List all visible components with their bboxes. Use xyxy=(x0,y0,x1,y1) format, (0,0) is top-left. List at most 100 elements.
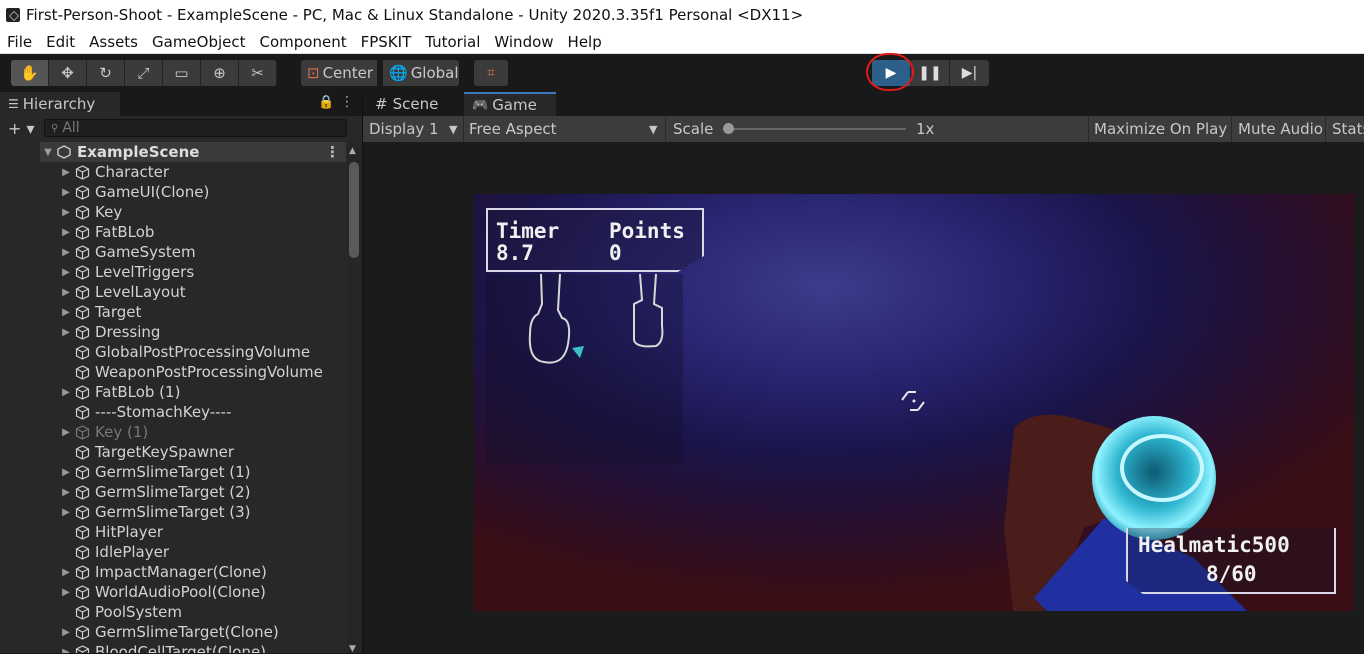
scale-slider-track[interactable] xyxy=(726,128,906,130)
expand-arrow-icon[interactable]: ▶ xyxy=(58,287,74,298)
menu-file[interactable]: File xyxy=(0,33,39,51)
hierarchy-item[interactable]: IdlePlayer xyxy=(40,542,346,562)
menu-tutorial[interactable]: Tutorial xyxy=(418,33,487,51)
expand-arrow-icon[interactable]: ▶ xyxy=(58,227,74,238)
hierarchy-item[interactable]: ▶ GermSlimeTarget(Clone) xyxy=(40,622,346,642)
expand-arrow-icon[interactable]: ▶ xyxy=(58,247,74,258)
hierarchy-item[interactable]: HitPlayer xyxy=(40,522,346,542)
hierarchy-item[interactable]: ▶ GameUI(Clone) xyxy=(40,182,346,202)
aspect-dropdown[interactable]: Free Aspect ▼ xyxy=(469,116,663,142)
hierarchy-item[interactable]: PoolSystem xyxy=(40,602,346,622)
hand-tool-button[interactable]: ✋ xyxy=(11,60,49,86)
step-button[interactable]: ▶| xyxy=(950,60,989,86)
more-options-icon[interactable]: ⋮ xyxy=(340,94,354,110)
menu-fpskit[interactable]: FPSKIT xyxy=(354,33,419,51)
pivot-label: Center xyxy=(322,64,374,82)
unity-logo-icon xyxy=(6,8,20,22)
menu-assets[interactable]: Assets xyxy=(82,33,145,51)
hierarchy-item-label: WeaponPostProcessingVolume xyxy=(95,363,323,381)
display-dropdown[interactable]: Display 1 ▼ xyxy=(369,116,461,142)
hierarchy-item[interactable]: ▶ LevelTriggers xyxy=(40,262,346,282)
game-viewport[interactable]: Timer 8.7 Points 0 Healmatic500 8/60 xyxy=(474,194,1354,611)
lock-icon[interactable]: 🔒 xyxy=(318,95,334,110)
hierarchy-search-input[interactable]: ⚲ All xyxy=(44,119,347,137)
expand-arrow-icon[interactable]: ▶ xyxy=(58,487,74,498)
custom-tool-button[interactable]: ✂ xyxy=(239,60,277,86)
expand-arrow-icon[interactable]: ▶ xyxy=(58,307,74,318)
mute-audio-toggle[interactable]: Mute Audio xyxy=(1238,116,1323,142)
hierarchy-item[interactable]: ▶ Target xyxy=(40,302,346,322)
transform-tool-button[interactable]: ⊕ xyxy=(201,60,239,86)
chevron-down-icon: ▼ xyxy=(649,122,658,136)
hierarchy-item[interactable]: TargetKeySpawner xyxy=(40,442,346,462)
move-tool-button[interactable]: ✥ xyxy=(49,60,87,86)
menu-gameobject[interactable]: GameObject xyxy=(145,33,253,51)
scale-tool-button[interactable]: ⤢ xyxy=(125,60,163,86)
hand-icon: ✋ xyxy=(20,64,39,82)
expand-arrow-icon[interactable]: ▶ xyxy=(58,267,74,278)
expand-arrow-icon[interactable]: ▶ xyxy=(58,467,74,478)
pause-button[interactable]: ❚❚ xyxy=(911,60,950,86)
hierarchy-item[interactable]: WeaponPostProcessingVolume xyxy=(40,362,346,382)
hierarchy-item-label: GermSlimeTarget (1) xyxy=(95,463,251,481)
grid-snap-button[interactable]: ⌗ xyxy=(474,60,508,86)
hierarchy-item[interactable]: ----StomachKey---- xyxy=(40,402,346,422)
menu-edit[interactable]: Edit xyxy=(39,33,82,51)
scale-slider-knob[interactable] xyxy=(723,123,734,134)
expand-arrow-icon[interactable]: ▶ xyxy=(58,387,74,398)
hierarchy-item[interactable]: ▶ FatBLob (1) xyxy=(40,382,346,402)
pivot-center-toggle[interactable]: ⊡ Center xyxy=(301,60,377,86)
hierarchy-scroll-thumb[interactable] xyxy=(349,162,359,258)
expand-arrow-icon[interactable]: ▶ xyxy=(58,327,74,338)
expand-arrow-icon[interactable]: ▶ xyxy=(58,207,74,218)
scene-root-row[interactable]: ▼ ExampleScene ⋮ xyxy=(40,142,346,162)
rotate-tool-button[interactable]: ↻ xyxy=(87,60,125,86)
window-title-bar: First-Person-Shoot - ExampleScene - PC, … xyxy=(0,0,1364,30)
hierarchy-item[interactable]: ▶ GermSlimeTarget (1) xyxy=(40,462,346,482)
menu-window[interactable]: Window xyxy=(487,33,560,51)
hierarchy-item[interactable]: ▶ GermSlimeTarget (2) xyxy=(40,482,346,502)
tab-game[interactable]: 🎮 Game xyxy=(464,92,556,116)
hierarchy-item[interactable]: ▶ FatBLob xyxy=(40,222,346,242)
expand-arrow-icon[interactable]: ▶ xyxy=(58,167,74,178)
collapse-arrow-icon[interactable]: ▼ xyxy=(40,147,56,158)
hierarchy-item[interactable]: GlobalPostProcessingVolume xyxy=(40,342,346,362)
tab-scene[interactable]: # Scene xyxy=(367,92,463,116)
maximize-on-play-toggle[interactable]: Maximize On Play xyxy=(1094,116,1227,142)
expand-arrow-icon[interactable]: ▶ xyxy=(58,507,74,518)
stats-toggle[interactable]: Stats xyxy=(1332,116,1364,142)
pivot-global-toggle[interactable]: 🌐 Global xyxy=(383,60,459,86)
hierarchy-item-label: Key xyxy=(95,203,123,221)
hierarchy-item[interactable]: ▶ ImpactManager(Clone) xyxy=(40,562,346,582)
hierarchy-item[interactable]: ▶ Key xyxy=(40,202,346,222)
expand-arrow-icon[interactable]: ▶ xyxy=(58,647,74,654)
gameobject-cube-icon xyxy=(74,404,90,420)
hierarchy-item[interactable]: ▶ Dressing xyxy=(40,322,346,342)
gameobject-cube-icon xyxy=(74,304,90,320)
gameobject-cube-icon xyxy=(74,204,90,220)
scene-menu-icon[interactable]: ⋮ xyxy=(325,143,340,161)
divider xyxy=(463,116,464,142)
expand-arrow-icon[interactable]: ▶ xyxy=(58,627,74,638)
hierarchy-item[interactable]: ▶ GameSystem xyxy=(40,242,346,262)
hierarchy-item[interactable]: ▶ BloodCellTarget(Clone) xyxy=(40,642,346,653)
hierarchy-item-label: GermSlimeTarget (3) xyxy=(95,503,251,521)
expand-arrow-icon[interactable]: ▶ xyxy=(58,567,74,578)
hierarchy-item[interactable]: ▶ Key (1) xyxy=(40,422,346,442)
tab-hierarchy[interactable]: ☰ Hierarchy xyxy=(0,92,120,116)
play-button[interactable]: ▶ xyxy=(872,60,911,86)
hierarchy-item[interactable]: ▶ GermSlimeTarget (3) xyxy=(40,502,346,522)
hierarchy-item-label: TargetKeySpawner xyxy=(95,443,235,461)
hierarchy-item[interactable]: ▶ Character xyxy=(40,162,346,182)
hierarchy-item[interactable]: ▶ LevelLayout xyxy=(40,282,346,302)
expand-arrow-icon[interactable]: ▶ xyxy=(58,427,74,438)
create-dropdown-button[interactable]: + ▾ xyxy=(0,119,44,138)
menu-help[interactable]: Help xyxy=(561,33,609,51)
expand-arrow-icon[interactable]: ▶ xyxy=(58,187,74,198)
menu-component[interactable]: Component xyxy=(253,33,354,51)
hierarchy-item[interactable]: ▶ WorldAudioPool(Clone) xyxy=(40,582,346,602)
hierarchy-item-label: HitPlayer xyxy=(95,523,164,541)
rect-tool-button[interactable]: ▭ xyxy=(163,60,201,86)
scroll-up-icon[interactable]: ▲ xyxy=(349,146,356,156)
expand-arrow-icon[interactable]: ▶ xyxy=(58,587,74,598)
